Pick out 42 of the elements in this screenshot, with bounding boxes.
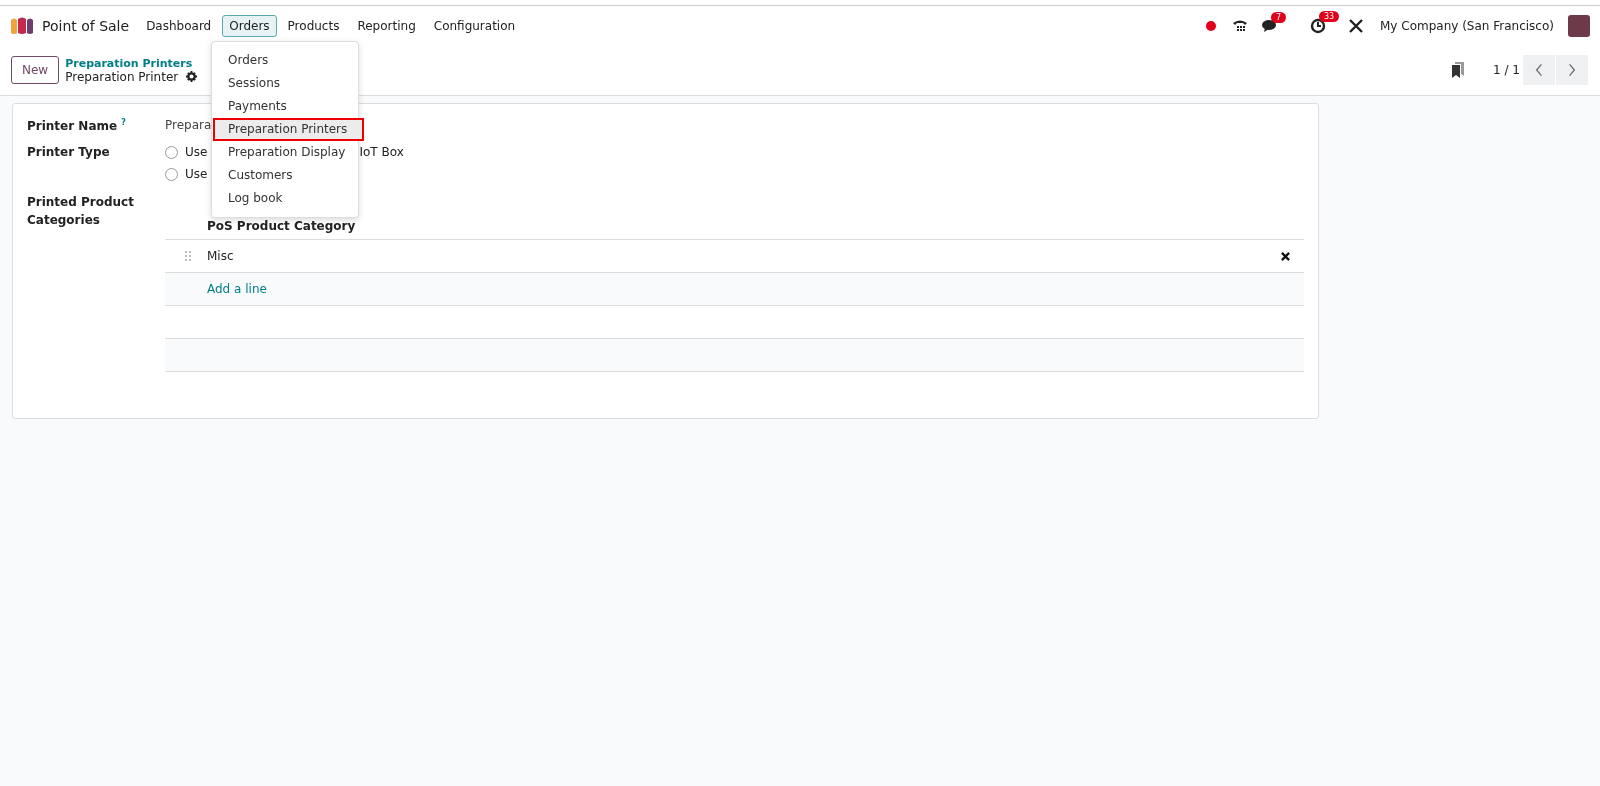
nav-menu-item[interactable]: Orders	[222, 14, 277, 37]
chat-icon[interactable]	[1262, 18, 1278, 33]
user-avatar[interactable]	[1568, 14, 1590, 37]
radio-label: IoT Box	[359, 145, 404, 159]
add-line-link[interactable]: Add a line	[207, 282, 267, 296]
dropdown-item[interactable]: Customers	[212, 164, 358, 187]
column-header[interactable]: PoS Product Category	[207, 219, 356, 233]
new-button[interactable]: New	[11, 56, 60, 84]
record-title: Preparation Printer	[65, 69, 179, 84]
nav-menu-item[interactable]: Products	[280, 14, 347, 37]
notification-badge: 7	[1271, 11, 1287, 23]
field-label: Printer Type	[27, 145, 110, 159]
dropdown-item[interactable]: Preparation Display	[212, 141, 358, 164]
bookmarks-icon[interactable]	[1451, 62, 1466, 78]
settings-icon[interactable]	[186, 71, 198, 82]
dropdown-item[interactable]: Log book	[212, 187, 358, 210]
chevron-left-icon	[1535, 63, 1543, 77]
field-label: Printer Name	[27, 119, 118, 133]
app-logo-icon[interactable]	[10, 16, 34, 35]
radio-label: Use	[185, 145, 208, 159]
notification-badge: 33	[1319, 10, 1340, 22]
table-cell-text: Misc	[207, 249, 235, 263]
drag-handle-icon[interactable]	[185, 251, 191, 261]
recording-dot-icon[interactable]	[1206, 20, 1216, 31]
dropdown-item[interactable]: Sessions	[212, 72, 358, 95]
company-switcher[interactable]: My Company (San Francisco)	[1380, 18, 1554, 33]
delete-icon[interactable]	[1281, 251, 1290, 261]
nav-menu-item[interactable]: Configuration	[426, 14, 523, 37]
app-name[interactable]: Point of Sale	[42, 17, 130, 34]
dropdown-item[interactable]: Preparation Printers	[213, 118, 364, 141]
dropdown-item[interactable]: Payments	[212, 95, 358, 118]
help-mark[interactable]: ?	[121, 118, 126, 127]
clock-icon[interactable]	[1310, 17, 1326, 34]
field-label: Printed Product Categories	[27, 194, 135, 229]
dropdown-item[interactable]: Orders	[212, 49, 358, 72]
nav-menu-item[interactable]: Dashboard	[139, 14, 219, 37]
nav-menu-item[interactable]: Reporting	[350, 14, 423, 37]
breadcrumb-link[interactable]: Preparation Printers	[65, 56, 198, 70]
printer-name-field[interactable]: Prepara	[165, 118, 212, 133]
pager-counter: 1 / 1	[1493, 63, 1520, 77]
chevron-right-icon	[1568, 63, 1576, 77]
radio-label: Use	[185, 167, 208, 181]
